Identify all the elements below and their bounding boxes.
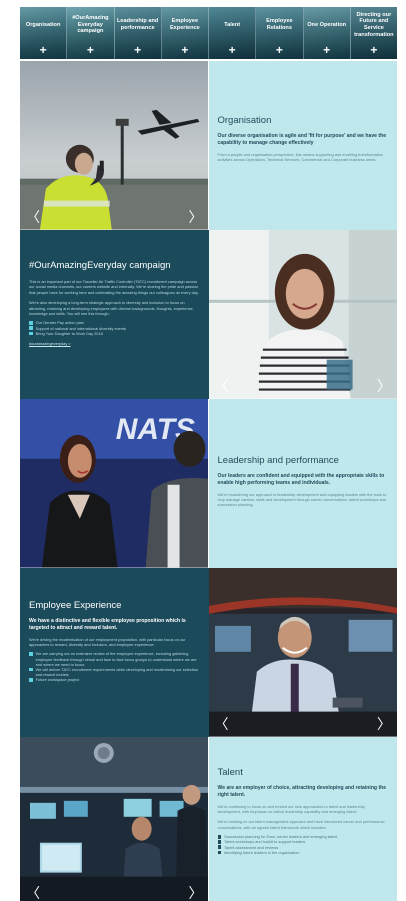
nav-tile-leadership[interactable]: Leadership and performance + — [114, 7, 162, 59]
nav-label: One Operation — [307, 21, 347, 28]
employee-experience-section: Employee Experience We have a distinctiv… — [20, 568, 397, 737]
bullet-icon — [217, 845, 222, 850]
bullet-list: We are carrying out an extensive review … — [29, 651, 200, 682]
section-title: Talent — [217, 767, 243, 778]
nav-tile-employee-experience[interactable]: Employee Experience + — [161, 7, 209, 59]
section-body-2: We're building on our talent management … — [217, 819, 385, 830]
nav-label: Directing our Future and Service transfo… — [354, 11, 394, 38]
talent-panel: Talent We are an employer of choice, att… — [208, 737, 397, 901]
nav-tile-talent[interactable]: Talent + — [209, 7, 257, 59]
controller-at-desk-image — [208, 568, 397, 737]
section-body: This is an important part of our Travell… — [29, 279, 199, 295]
list-item: Bring Your Daughter to Work Day 2018 — [29, 331, 200, 336]
bullet-icon — [217, 840, 222, 844]
bullet-list: Succession planning for Exec, senior lea… — [217, 834, 389, 855]
nav-tile-campaign[interactable]: #OurAmazing Everyday campaign + — [67, 7, 115, 59]
bullet-icon — [217, 835, 222, 839]
bullet-icon — [29, 326, 33, 331]
organisation-carousel: 〈 〉 — [20, 61, 209, 230]
nav-label: Organisation — [25, 21, 61, 28]
list-item: We will deliver TATC recruitment require… — [29, 667, 200, 677]
section-lead: Our leaders are confident and equipped w… — [217, 473, 385, 486]
plus-icon: + — [275, 43, 283, 57]
plus-icon: + — [39, 43, 47, 57]
list-item: Future workspace project — [29, 677, 200, 682]
nav-tile-one-operation[interactable]: One Operation + — [303, 7, 351, 59]
bullet-list: Our Gender Pay action plan Support of na… — [29, 320, 200, 336]
bullet-icon — [29, 652, 33, 656]
plus-icon: + — [228, 43, 236, 57]
section-title: Leadership and performance — [217, 455, 339, 466]
campaign-panel: #OurAmazingEveryday campaign This is an … — [20, 230, 209, 399]
list-item: Identifying future leaders in the organi… — [217, 850, 389, 855]
plus-icon: + — [323, 43, 331, 57]
carousel-next-arrow[interactable]: 〉 — [189, 886, 203, 900]
section-lead: We have a distinctive and flexible emplo… — [29, 618, 186, 631]
carousel-next-arrow[interactable]: 〉 — [377, 717, 391, 731]
airport-worker-image — [20, 61, 209, 230]
section-title: Employee Experience — [29, 600, 122, 611]
employee-experience-carousel: 〈 〉 — [208, 568, 398, 737]
nav-label: Employee Experience — [169, 18, 200, 31]
plus-icon: + — [86, 43, 94, 57]
bullet-icon — [29, 331, 33, 336]
campaign-section: #OurAmazingEveryday campaign This is an … — [20, 230, 397, 399]
organisation-panel: Organisation Our diverse organisation is… — [208, 61, 397, 230]
plus-icon: + — [134, 43, 142, 57]
nav-label: Leadership and performance — [116, 18, 159, 31]
section-lead: Our diverse organisation is agile and 'f… — [217, 133, 387, 146]
bullet-icon — [29, 678, 33, 682]
leaders-talking-image: NATS — [20, 399, 209, 568]
carousel-prev-arrow[interactable]: 〈 — [215, 717, 229, 731]
nav-tile-organisation[interactable]: Organisation + — [20, 7, 68, 59]
talent-carousel: 〈 〉 — [20, 737, 209, 901]
bullet-icon — [29, 321, 33, 325]
plus-icon: + — [370, 43, 378, 57]
control-room-image — [20, 737, 209, 901]
leadership-panel: Leadership and performance Our leaders a… — [208, 399, 397, 568]
leadership-carousel: NATS — [20, 399, 209, 568]
bullet-icon — [217, 850, 222, 855]
carousel-next-arrow[interactable]: 〉 — [377, 379, 391, 393]
nav-label: Talent — [224, 21, 241, 28]
talent-section: 〈 〉 Talent We are an employer of choice,… — [20, 737, 397, 901]
organisation-section: 〈 〉 Organisation Our diverse organisatio… — [20, 61, 397, 230]
carousel-prev-arrow[interactable]: 〈 — [215, 379, 229, 393]
section-title: Organisation — [217, 115, 272, 126]
campaign-link[interactable]: #ouramazingeveryday > — [29, 341, 200, 346]
section-body: We're broadening our approach to leaders… — [217, 491, 387, 508]
carousel-prev-arrow[interactable]: 〈 — [26, 886, 40, 900]
section-lead: We are an employer of choice, attracting… — [217, 785, 387, 798]
smiling-woman-image — [208, 230, 397, 399]
leadership-section: NATS Leadership and performance Our lead… — [20, 399, 397, 568]
section-nav: Organisation + #OurAmazing Everyday camp… — [20, 7, 397, 59]
nav-tile-directing-our-future[interactable]: Directing our Future and Service transfo… — [350, 7, 397, 59]
nav-label: Employee Relations — [266, 18, 293, 31]
list-item: We are carrying out an extensive review … — [29, 651, 200, 667]
carousel-prev-arrow[interactable]: 〈 — [26, 210, 40, 224]
carousel-next-arrow[interactable]: 〉 — [189, 210, 203, 224]
employee-experience-panel: Employee Experience We have a distinctiv… — [20, 568, 209, 737]
campaign-carousel: 〈 〉 — [208, 230, 398, 399]
plus-icon: + — [181, 43, 189, 57]
bullet-icon — [29, 667, 33, 672]
section-body: We're continuing to focus on and embed o… — [217, 803, 365, 814]
nav-label: #OurAmazing Everyday campaign — [72, 15, 109, 35]
section-body: We're driving the modernisation of our e… — [29, 636, 186, 647]
section-body: From a people and organisation perspecti… — [217, 151, 383, 162]
section-title: #OurAmazingEveryday campaign — [29, 260, 171, 271]
nav-tile-employee-relations[interactable]: Employee Relations + — [256, 7, 304, 59]
section-body-2: We're also developing a long-term strate… — [29, 300, 194, 317]
